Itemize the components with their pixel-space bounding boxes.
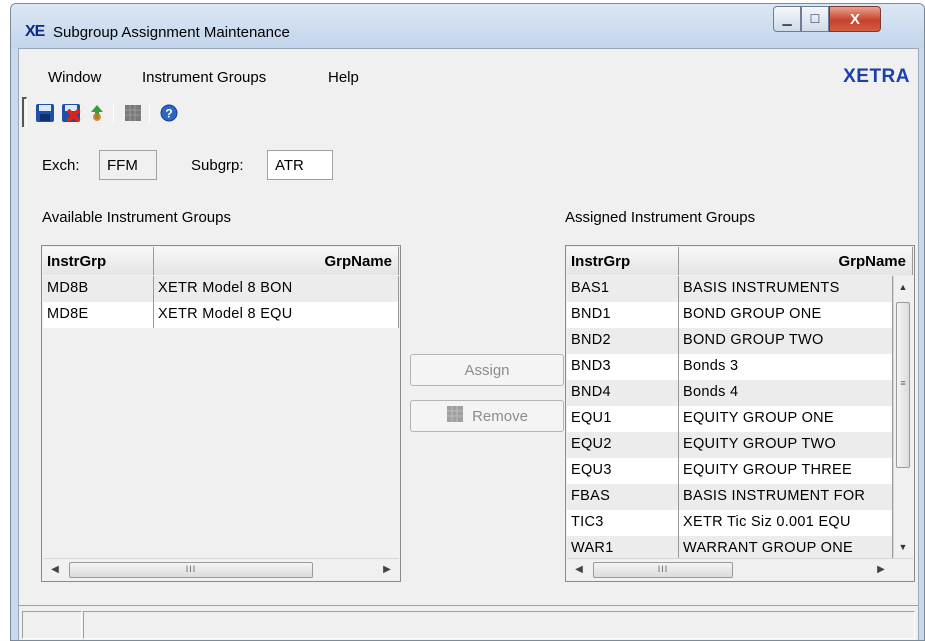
- brand-logo: XETRA: [843, 66, 910, 87]
- scroll-left-icon[interactable]: ◀: [47, 562, 63, 578]
- cell-grpname: BASIS INSTRUMENTS: [679, 276, 893, 302]
- cell-instrgrp: BAS1: [567, 276, 679, 302]
- grid-icon[interactable]: [123, 103, 143, 123]
- cell-instrgrp: EQU3: [567, 458, 679, 484]
- table-row[interactable]: TIC3 XETR Tic Siz 0.001 EQU: [567, 510, 893, 536]
- cell-instrgrp: BND3: [567, 354, 679, 380]
- cell-instrgrp: BND4: [567, 380, 679, 406]
- exch-label: Exch:: [42, 157, 80, 174]
- recycle-icon[interactable]: [87, 103, 107, 123]
- assign-button-label: Assign: [464, 361, 510, 379]
- cell-instrgrp: MD8E: [43, 302, 154, 328]
- toolbar-separator: [149, 103, 150, 123]
- cell-grpname: XETR Model 8 EQU: [154, 302, 399, 328]
- minimize-button[interactable]: ▁: [773, 6, 801, 32]
- cell-instrgrp: BND2: [567, 328, 679, 354]
- table-row[interactable]: MD8E XETR Model 8 EQU: [43, 302, 399, 328]
- scroll-right-icon[interactable]: ▶: [873, 562, 889, 578]
- subgrp-field[interactable]: ATR: [267, 150, 333, 180]
- menu-instrument-groups[interactable]: Instrument Groups: [142, 69, 266, 86]
- status-bar: [19, 605, 918, 640]
- available-groups-title: Available Instrument Groups: [42, 209, 231, 226]
- cell-grpname: EQUITY GROUP ONE: [679, 406, 893, 432]
- table-row[interactable]: FBAS BASIS INSTRUMENT FOR: [567, 484, 893, 510]
- scroll-left-icon[interactable]: ◀: [571, 562, 587, 578]
- title-bar[interactable]: XE Subgroup Assignment Maintenance ▁ ☐ X: [11, 4, 924, 48]
- horizontal-scrollbar[interactable]: ◀ III ▶: [567, 558, 913, 580]
- cell-grpname: EQUITY GROUP TWO: [679, 432, 893, 458]
- table-row[interactable]: BND4 Bonds 4: [567, 380, 893, 406]
- column-header-grpname[interactable]: GrpName: [679, 247, 913, 275]
- status-pane: [83, 611, 915, 639]
- horizontal-scrollbar[interactable]: ◀ III ▶: [43, 558, 399, 580]
- cell-grpname: BOND GROUP TWO: [679, 328, 893, 354]
- table-row[interactable]: EQU3 EQUITY GROUP THREE: [567, 458, 893, 484]
- cell-grpname: Bonds 3: [679, 354, 893, 380]
- column-header-grpname[interactable]: GrpName: [154, 247, 399, 275]
- table-row[interactable]: BND1 BOND GROUP ONE: [567, 302, 893, 328]
- table-row[interactable]: EQU1 EQUITY GROUP ONE: [567, 406, 893, 432]
- client-area: Window Instrument Groups Help XETRA ? Ex…: [18, 48, 919, 640]
- app-icon: XE: [25, 23, 45, 40]
- cell-instrgrp: MD8B: [43, 276, 154, 302]
- maximize-button[interactable]: ☐: [801, 6, 829, 32]
- subgrp-label: Subgrp:: [191, 157, 244, 174]
- scroll-thumb[interactable]: III: [69, 562, 313, 578]
- menu-help[interactable]: Help: [328, 69, 359, 86]
- remove-button[interactable]: Remove: [410, 400, 564, 432]
- available-groups-table[interactable]: InstrGrp GrpName MD8B XETR Model 8 BON M…: [41, 245, 401, 582]
- assigned-groups-title: Assigned Instrument Groups: [565, 209, 756, 226]
- window-title: Subgroup Assignment Maintenance: [53, 24, 290, 41]
- scroll-right-icon[interactable]: ▶: [379, 562, 395, 578]
- status-pane: [22, 611, 82, 639]
- remove-button-label: Remove: [472, 407, 528, 425]
- table-row[interactable]: BAS1 BASIS INSTRUMENTS: [567, 276, 893, 302]
- cell-grpname: EQUITY GROUP THREE: [679, 458, 893, 484]
- help-icon[interactable]: ?: [159, 103, 179, 123]
- delete-icon[interactable]: [61, 103, 81, 123]
- table-row[interactable]: MD8B XETR Model 8 BON: [43, 276, 399, 302]
- column-header-instrgrp[interactable]: InstrGrp: [43, 247, 154, 275]
- close-button[interactable]: X: [829, 6, 881, 32]
- assign-button[interactable]: Assign: [410, 354, 564, 386]
- vertical-scrollbar[interactable]: ▲ ≡ ▼: [893, 276, 911, 558]
- cell-instrgrp: EQU1: [567, 406, 679, 432]
- menu-window[interactable]: Window: [48, 69, 101, 86]
- svg-text:?: ?: [165, 107, 172, 121]
- table-row[interactable]: BND3 Bonds 3: [567, 354, 893, 380]
- cell-grpname: BASIS INSTRUMENT FOR: [679, 484, 893, 510]
- scroll-down-icon[interactable]: ▼: [896, 540, 910, 554]
- cell-grpname: XETR Model 8 BON: [154, 276, 399, 302]
- menu-bar: Window Instrument Groups Help XETRA: [19, 49, 918, 89]
- table-header: InstrGrp GrpName: [43, 247, 399, 275]
- cell-grpname: Bonds 4: [679, 380, 893, 406]
- grid-icon: [446, 405, 464, 427]
- table-row[interactable]: BND2 BOND GROUP TWO: [567, 328, 893, 354]
- table-header: InstrGrp GrpName: [567, 247, 913, 275]
- assigned-groups-table[interactable]: InstrGrp GrpName BAS1 BASIS INSTRUMENTS BN…: [565, 245, 915, 582]
- column-header-instrgrp[interactable]: InstrGrp: [567, 247, 679, 275]
- toolbar-grip[interactable]: [22, 97, 27, 127]
- toolbar-separator: [113, 103, 114, 123]
- cell-instrgrp: BND1: [567, 302, 679, 328]
- exch-field: FFM: [99, 150, 157, 180]
- scroll-up-icon[interactable]: ▲: [896, 280, 910, 294]
- scroll-thumb[interactable]: III: [593, 562, 733, 578]
- toolbar: ?: [19, 93, 918, 129]
- cell-grpname: XETR Tic Siz 0.001 EQU: [679, 510, 893, 536]
- table-row[interactable]: EQU2 EQUITY GROUP TWO: [567, 432, 893, 458]
- cell-instrgrp: TIC3: [567, 510, 679, 536]
- cell-instrgrp: FBAS: [567, 484, 679, 510]
- save-icon[interactable]: [35, 103, 55, 123]
- main-window: XE Subgroup Assignment Maintenance ▁ ☐ X…: [10, 3, 925, 641]
- cell-instrgrp: EQU2: [567, 432, 679, 458]
- scroll-thumb[interactable]: ≡: [896, 302, 910, 468]
- cell-grpname: BOND GROUP ONE: [679, 302, 893, 328]
